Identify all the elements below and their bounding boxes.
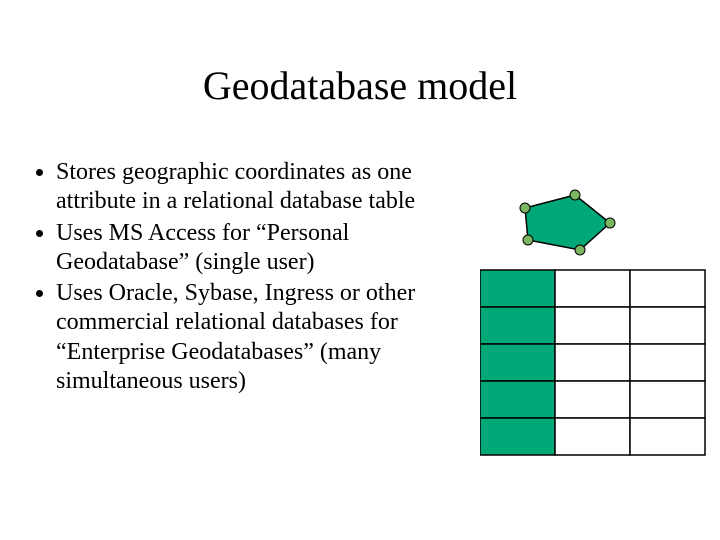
table-cell	[555, 381, 630, 418]
bullet-item: Uses Oracle, Sybase, Ingress or other co…	[56, 279, 458, 396]
polygon-icon	[520, 190, 615, 255]
table-cell	[480, 344, 555, 381]
bullet-item: Stores geographic coordinates as one att…	[56, 158, 458, 217]
polygon-shape	[525, 195, 610, 250]
table-cell	[555, 418, 630, 455]
bullet-item: Uses MS Access for “Personal Geodatabase…	[56, 219, 458, 278]
slide-title: Geodatabase model	[0, 62, 720, 109]
node-icon	[523, 235, 533, 245]
diagram	[480, 185, 710, 475]
node-icon	[605, 218, 615, 228]
table-cell	[630, 381, 705, 418]
table-cell	[480, 307, 555, 344]
table-cell	[480, 381, 555, 418]
table-cell	[480, 270, 555, 307]
geodatabase-diagram-svg	[480, 185, 710, 475]
bullet-list: Stores geographic coordinates as one att…	[28, 158, 458, 398]
table-cell	[555, 344, 630, 381]
table-cell	[630, 307, 705, 344]
table-cell	[630, 270, 705, 307]
table-cell	[555, 307, 630, 344]
node-icon	[575, 245, 585, 255]
node-icon	[570, 190, 580, 200]
slide: Geodatabase model Stores geographic coor…	[0, 0, 720, 540]
table-cell	[630, 418, 705, 455]
table-icon	[480, 270, 705, 455]
table-cell	[630, 344, 705, 381]
node-icon	[520, 203, 530, 213]
table-cell	[555, 270, 630, 307]
table-cell	[480, 418, 555, 455]
